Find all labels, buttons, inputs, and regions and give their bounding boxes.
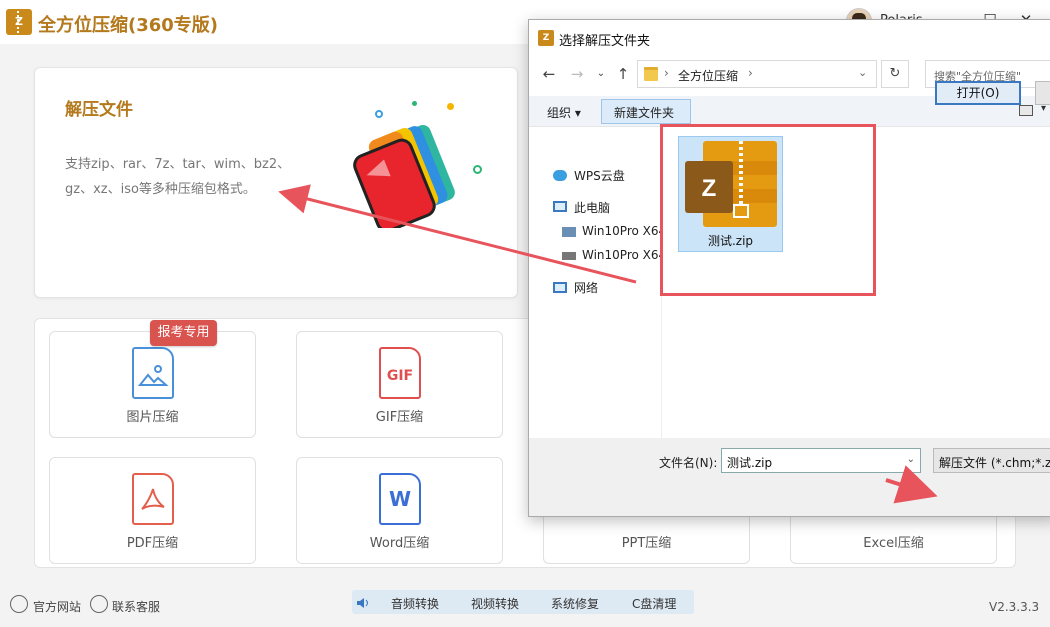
app-small-icon: Z: [538, 30, 554, 46]
decor-dot-icon: [412, 101, 417, 106]
official-site-link[interactable]: 官方网站: [33, 598, 81, 615]
tool-gif-compress[interactable]: GIF GIF压缩: [296, 331, 503, 438]
folder-icon: [644, 67, 658, 81]
drive-icon: [562, 227, 576, 237]
pdf-file-icon: [132, 473, 174, 525]
tool-label: PPT压缩: [621, 536, 672, 551]
filename-value[interactable]: 测试.zip: [727, 454, 772, 471]
cloud-icon: [553, 170, 567, 181]
link-audio-convert[interactable]: 音频转换: [391, 595, 439, 612]
nav-drive-1[interactable]: Win10Pro X64: [582, 224, 661, 238]
contact-link[interactable]: 联系客服: [112, 598, 160, 615]
decor-dot-icon: [447, 103, 454, 110]
decor-dot-icon: [375, 110, 383, 118]
new-folder-button[interactable]: 新建文件夹: [601, 99, 691, 124]
view-options-icon[interactable]: [1019, 105, 1033, 116]
cancel-button[interactable]: [1035, 81, 1050, 105]
address-bar[interactable]: › 全方位压缩 › ⌄: [637, 60, 877, 88]
link-video-convert[interactable]: 视频转换: [471, 595, 519, 612]
headset-icon: [90, 595, 108, 613]
open-button[interactable]: 打开(O): [935, 81, 1021, 105]
image-file-icon: [132, 347, 174, 399]
speaker-icon: [356, 595, 370, 609]
tool-pdf-compress[interactable]: PDF压缩: [49, 457, 256, 564]
dialog-bottom-bar: 文件名(N): 测试.zip ⌄ 解压文件 (*.chm;*.zip: [529, 438, 1050, 516]
tool-label: Excel压缩: [863, 536, 924, 551]
breadcrumb-separator-icon[interactable]: ›: [748, 66, 753, 80]
nav-this-pc[interactable]: 此电脑: [574, 199, 610, 216]
tool-image-compress[interactable]: 图片压缩: [49, 331, 256, 438]
extract-title: 解压文件: [65, 100, 133, 120]
filename-input[interactable]: 测试.zip ⌄: [721, 448, 921, 473]
archive-illustration-icon: [353, 125, 455, 228]
word-file-icon: W: [379, 473, 421, 525]
extract-card[interactable]: 解压文件 支持zip、rar、7z、tar、wim、bz2、 gz、xz、iso…: [34, 67, 518, 298]
recent-dropdown-icon[interactable]: ⌄: [591, 68, 611, 79]
address-text[interactable]: 全方位压缩: [678, 67, 738, 84]
filename-label: 文件名(N):: [659, 456, 718, 470]
navigation-pane: WPS云盘 此电脑 Win10Pro X64 Win10Pro X64 网络: [529, 128, 662, 438]
link-system-repair[interactable]: 系统修复: [551, 595, 599, 612]
nav-drive-2[interactable]: Win10Pro X64: [582, 248, 661, 262]
extract-description-line1: 支持zip、rar、7z、tar、wim、bz2、: [65, 157, 291, 172]
filter-text: 解压文件 (*.chm;*.zip: [939, 456, 1050, 470]
tool-word-compress[interactable]: W Word压缩: [296, 457, 503, 564]
nav-wps-cloud[interactable]: WPS云盘: [574, 167, 625, 184]
dialog-title: 选择解压文件夹: [559, 34, 651, 49]
dialog-titlebar: Z 选择解压文件夹: [529, 20, 1050, 56]
forward-arrow-icon[interactable]: →: [567, 65, 587, 83]
chevron-down-icon[interactable]: ⌄: [907, 454, 915, 465]
address-dropdown-icon[interactable]: ⌄: [858, 66, 867, 79]
up-arrow-icon[interactable]: ↑: [613, 65, 633, 83]
tool-label: 图片压缩: [126, 410, 179, 425]
globe-icon: [10, 595, 28, 613]
link-c-drive-clean[interactable]: C盘清理: [632, 595, 676, 612]
tool-label: PDF压缩: [126, 536, 179, 551]
app-logo: Z: [6, 9, 32, 35]
network-icon: [553, 282, 567, 293]
exam-badge: 报考专用: [150, 320, 217, 346]
extract-description: 支持zip、rar、7z、tar、wim、bz2、 gz、xz、iso等多种压缩…: [65, 152, 315, 202]
refresh-icon[interactable]: ↻: [881, 60, 909, 88]
computer-icon: [553, 201, 567, 212]
file-type-filter[interactable]: 解压文件 (*.chm;*.zip: [933, 448, 1050, 473]
breadcrumb-separator-icon[interactable]: ›: [664, 66, 669, 80]
new-folder-label: 新建文件夹: [614, 106, 675, 120]
gif-file-icon: GIF: [379, 347, 421, 399]
nav-network[interactable]: 网络: [574, 279, 598, 296]
word-icon-text: W: [388, 487, 412, 511]
tool-label: GIF压缩: [375, 410, 424, 425]
organize-menu[interactable]: 组织 ▾: [547, 104, 581, 121]
extract-description-line2: gz、xz、iso等多种压缩包格式。: [65, 182, 256, 197]
back-arrow-icon[interactable]: ←: [539, 65, 559, 83]
drive-icon: [562, 252, 576, 260]
version-label: V2.3.3.3: [989, 600, 1040, 614]
highlight-box: [660, 124, 876, 296]
tool-label: Word压缩: [369, 536, 430, 551]
gif-icon-text: GIF: [386, 368, 414, 384]
app-title: 全方位压缩(360专版): [38, 15, 219, 36]
